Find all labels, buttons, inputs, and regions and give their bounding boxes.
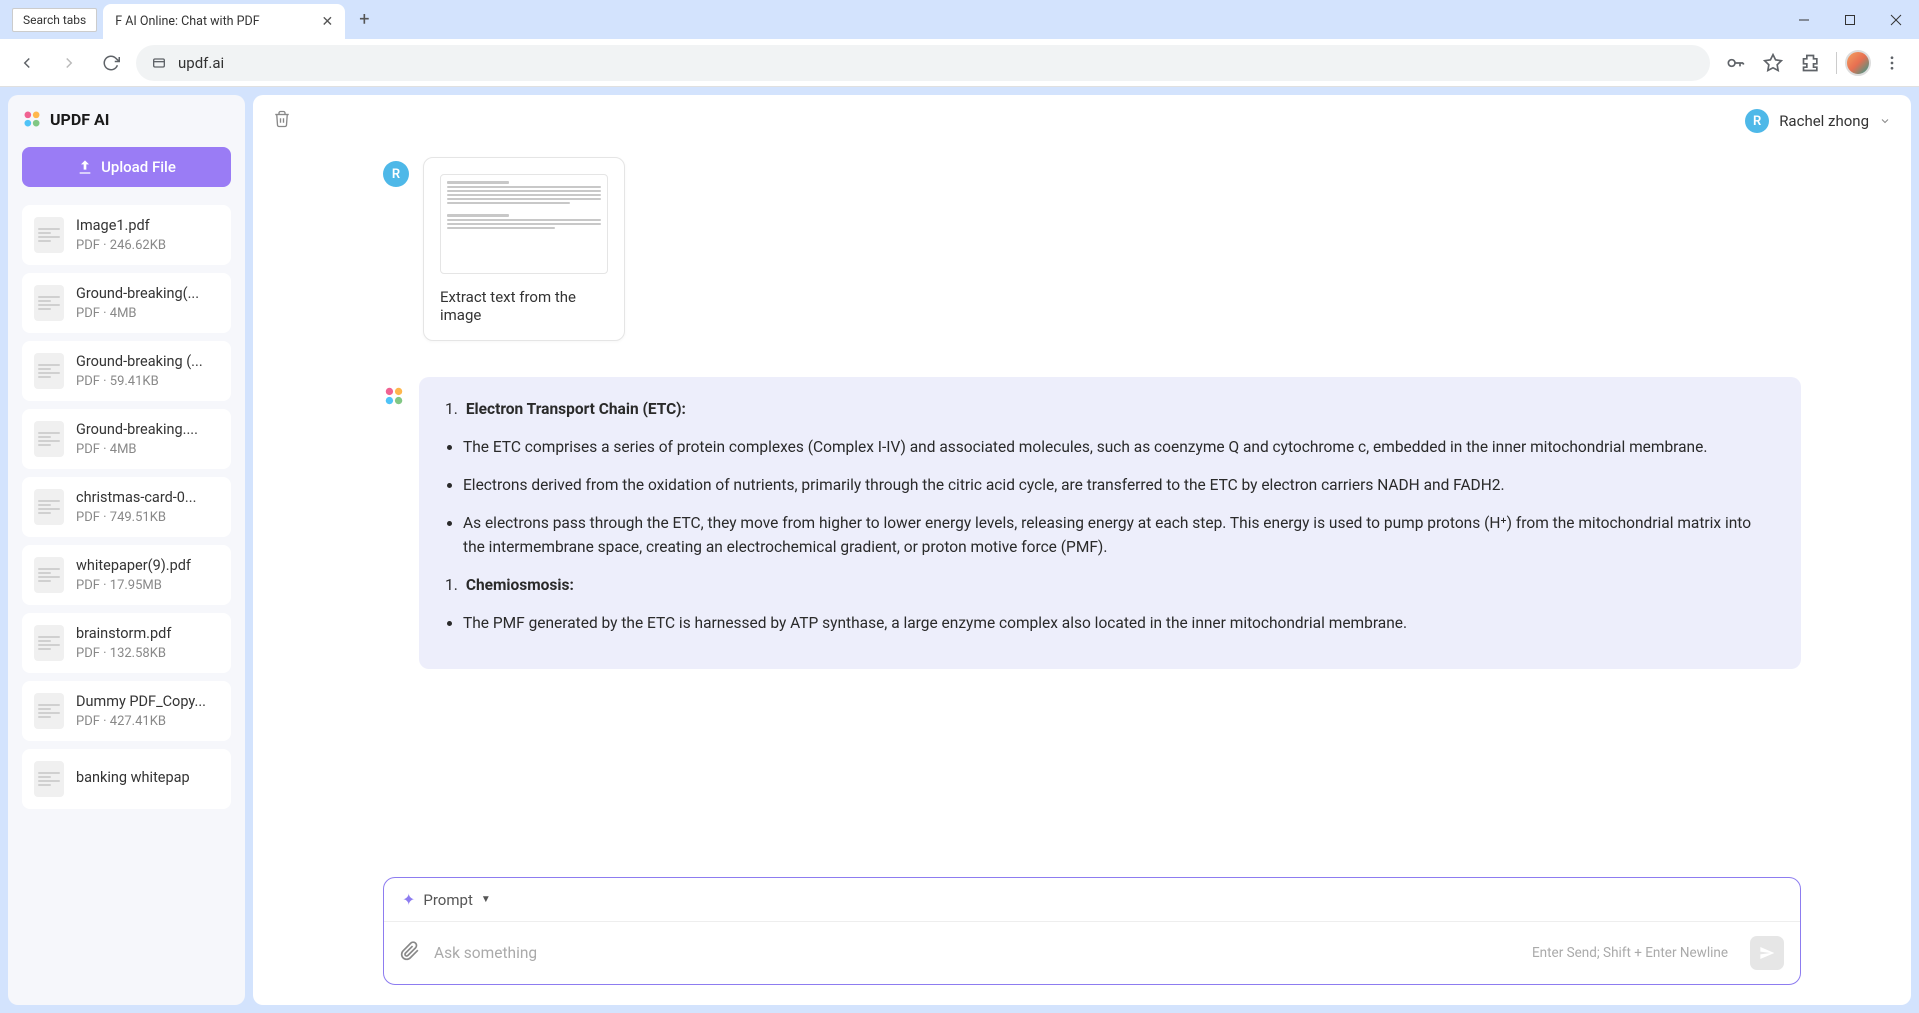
close-icon[interactable]: ✕ — [322, 14, 334, 30]
file-item[interactable]: Dummy PDF_Copy... PDF · 427.41KB — [22, 681, 231, 741]
prompt-label: Prompt — [423, 891, 472, 909]
file-item[interactable]: brainstorm.pdf PDF · 132.58KB — [22, 613, 231, 673]
bullet-item: As electrons pass through the ETC, they … — [463, 511, 1775, 559]
upload-icon — [77, 159, 93, 175]
ai-avatar-icon — [383, 385, 405, 407]
chevron-down-icon: ▼ — [481, 894, 491, 905]
file-name: brainstorm.pdf — [76, 625, 219, 642]
file-meta: PDF · 132.58KB — [76, 646, 219, 661]
user-name: Rachel zhong — [1779, 112, 1869, 130]
file-name: Ground-breaking.... — [76, 421, 219, 438]
site-info-icon[interactable] — [150, 54, 168, 72]
bullet-item: The ETC comprises a series of protein co… — [463, 435, 1775, 459]
file-icon — [34, 693, 64, 729]
chat-input[interactable] — [434, 944, 1518, 962]
file-item[interactable]: Ground-breaking (... PDF · 59.41KB — [22, 341, 231, 401]
delete-button[interactable] — [273, 110, 291, 132]
sidebar-header: UPDF AI — [22, 109, 231, 129]
minimize-button[interactable] — [1781, 0, 1827, 39]
upload-file-button[interactable]: Upload File — [22, 147, 231, 187]
bullet-item: Electrons derived from the oxidation of … — [463, 473, 1775, 497]
file-item[interactable]: christmas-card-0... PDF · 749.51KB — [22, 477, 231, 537]
close-window-button[interactable] — [1873, 0, 1919, 39]
chat-area[interactable]: R Extract text from the image — [253, 147, 1911, 877]
url-bar[interactable]: updf.ai — [136, 45, 1710, 81]
forward-button[interactable] — [52, 46, 86, 80]
extensions-icon[interactable] — [1794, 46, 1828, 80]
file-icon — [34, 625, 64, 661]
bookmark-icon[interactable] — [1756, 46, 1790, 80]
file-icon — [34, 217, 64, 253]
file-meta: PDF · 17.95MB — [76, 578, 219, 593]
chat-input-box: ✦ Prompt ▼ Enter Send; Shift + Enter New… — [383, 877, 1801, 985]
file-meta: PDF · 749.51KB — [76, 510, 219, 525]
list-number: 1. — [445, 397, 458, 421]
file-name: Ground-breaking (... — [76, 353, 219, 370]
send-button[interactable] — [1750, 936, 1784, 970]
chevron-down-icon — [1879, 112, 1891, 131]
file-meta: PDF · 4MB — [76, 442, 219, 457]
file-meta: PDF · 427.41KB — [76, 714, 219, 729]
app-logo-icon — [22, 109, 42, 129]
file-icon — [34, 421, 64, 457]
user-message-card: Extract text from the image — [423, 157, 625, 341]
file-name: whitepaper(9).pdf — [76, 557, 219, 574]
file-icon — [34, 285, 64, 321]
bullet-item: The PMF generated by the ETC is harnesse… — [463, 611, 1775, 635]
ai-message: 1. Electron Transport Chain (ETC): The E… — [383, 377, 1801, 669]
file-name: christmas-card-0... — [76, 489, 219, 506]
url-text: updf.ai — [178, 54, 224, 72]
sidebar: UPDF AI Upload File Image1.pdf PDF · 246… — [8, 95, 245, 1005]
file-icon — [34, 557, 64, 593]
main-panel: R Rachel zhong R — [253, 95, 1911, 1005]
file-item[interactable]: banking whitepap — [22, 749, 231, 809]
chrome-menu-icon[interactable] — [1875, 46, 1909, 80]
input-hint: Enter Send; Shift + Enter Newline — [1532, 945, 1728, 961]
file-name: Ground-breaking(... — [76, 285, 219, 302]
attach-button[interactable] — [400, 941, 420, 965]
file-meta: PDF · 4MB — [76, 306, 219, 321]
chrome-profile-avatar[interactable] — [1845, 50, 1871, 76]
maximize-button[interactable] — [1827, 0, 1873, 39]
send-icon — [1759, 945, 1775, 961]
file-meta: PDF · 246.62KB — [76, 238, 219, 253]
file-item[interactable]: whitepaper(9).pdf PDF · 17.95MB — [22, 545, 231, 605]
user-menu[interactable]: R Rachel zhong — [1745, 109, 1891, 133]
list-heading: Electron Transport Chain (ETC): — [466, 397, 686, 421]
file-name: Image1.pdf — [76, 217, 219, 234]
file-icon — [34, 353, 64, 389]
ai-message-content: 1. Electron Transport Chain (ETC): The E… — [419, 377, 1801, 669]
file-item[interactable]: Ground-breaking.... PDF · 4MB — [22, 409, 231, 469]
file-meta: PDF · 59.41KB — [76, 374, 219, 389]
password-icon[interactable] — [1718, 46, 1752, 80]
tab-title: F AI Online: Chat with PDF — [115, 14, 313, 29]
list-number: 1. — [445, 573, 458, 597]
file-icon — [34, 489, 64, 525]
file-item[interactable]: Ground-breaking(... PDF · 4MB — [22, 273, 231, 333]
new-tab-button[interactable]: + — [359, 9, 369, 30]
user-message-text: Extract text from the image — [440, 288, 608, 324]
browser-tab[interactable]: F AI Online: Chat with PDF ✕ — [103, 4, 345, 39]
upload-label: Upload File — [101, 158, 176, 176]
trash-icon — [273, 110, 291, 128]
paperclip-icon — [400, 941, 420, 961]
back-button[interactable] — [10, 46, 44, 80]
prompt-selector[interactable]: ✦ Prompt ▼ — [384, 878, 1800, 922]
file-name: banking whitepap — [76, 769, 219, 786]
file-list: Image1.pdf PDF · 246.62KB Ground-breakin… — [22, 205, 231, 809]
list-heading: Chemiosmosis: — [466, 573, 574, 597]
search-tabs-tooltip: Search tabs — [12, 8, 97, 32]
file-icon — [34, 761, 64, 797]
user-message-avatar: R — [383, 161, 409, 187]
reload-button[interactable] — [94, 46, 128, 80]
sparkle-icon: ✦ — [402, 890, 415, 909]
url-bar-row: updf.ai — [0, 39, 1919, 87]
file-name: Dummy PDF_Copy... — [76, 693, 219, 710]
document-thumbnail — [440, 174, 608, 274]
tab-bar: Search tabs F AI Online: Chat with PDF ✕… — [0, 0, 1919, 39]
app-name: UPDF AI — [50, 110, 109, 129]
user-avatar: R — [1745, 109, 1769, 133]
file-item[interactable]: Image1.pdf PDF · 246.62KB — [22, 205, 231, 265]
user-message: R Extract text from the image — [383, 157, 1801, 341]
